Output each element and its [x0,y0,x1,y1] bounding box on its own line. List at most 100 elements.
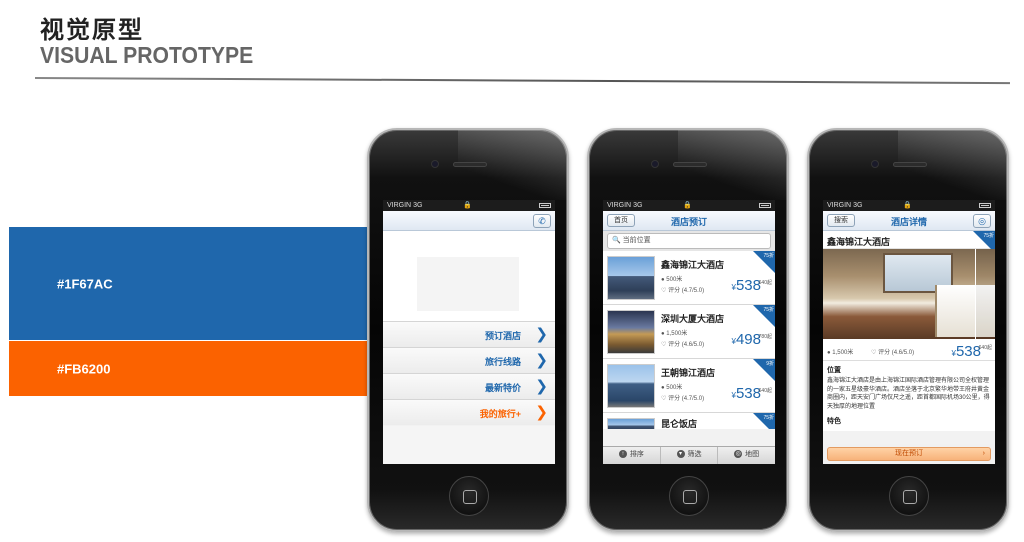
hotel-price: ¥498 [731,331,761,348]
discount-badge-label: 9折 [766,361,774,367]
heart-icon: ♡ [661,288,667,294]
menu-item-latest-deals[interactable]: 最新特价 ❯ [383,373,555,399]
page-title: 视觉原型 [40,16,144,44]
hotel-score: ♡ 评分 (4.7/5.0) [661,396,705,402]
hotel-thumbnail [607,256,655,300]
phone-screen-hotel-list: VIRGIN 3G 🔒 首页 酒店预订 🔍 当前位置 鑫海锦江大酒店 ● 500… [603,200,775,464]
earpiece-speaker [673,162,707,167]
menu-item-book-hotel[interactable]: 预订酒店 ❯ [383,321,555,347]
search-bar: 🔍 当前位置 [603,231,775,251]
book-now-button[interactable]: 现在预订 › [827,447,991,461]
carrier-label: VIRGIN [387,202,412,209]
earpiece-speaker [453,162,487,167]
hotel-price: ¥538 [951,343,981,360]
color-swatch-blue: #1F67AC [9,227,367,340]
map-pin-icon: ● [661,331,665,337]
price-suffix: 640起 [758,280,772,286]
front-camera [651,160,659,168]
bottom-toolbar: ↑ 排序 ▾ 筛选 ◎ 地图 [603,446,775,464]
chevron-right-icon: ❯ [535,404,548,421]
home-button[interactable] [669,476,709,516]
phone-screen-hotel-detail: VIRGIN 3G 🔒 搜索 酒店详情 ◎ 鑫海锦江大酒店 75折 ● 1,50… [823,200,995,464]
carrier-label: VIRGIN [607,202,632,209]
battery-icon [759,203,771,208]
map-pin-icon: ● [661,385,665,391]
network-label: 3G [633,202,643,209]
menu-item-my-trips[interactable]: 我的旅行+ ❯ [383,399,555,425]
hotel-distance: ● 1,500米 [827,350,854,356]
phone-screen-home: VIRGIN 3G 🔒 ✆ 预订酒店 ❯ 旅行线路 ❯ 最新特价 ❯ 我的旅行+… [383,200,555,464]
price-suffix: 780起 [758,334,772,340]
hotel-thumbnail [607,418,655,429]
hotel-info-row: ● 1,500米 ♡ 评分 (4.6/5.0) ¥538 640起 [823,339,995,361]
globe-icon: ◎ [734,450,743,459]
search-input[interactable]: 🔍 当前位置 [607,233,771,249]
status-bar: VIRGIN 3G 🔒 [823,200,995,211]
phone-icon[interactable]: ✆ [533,214,551,228]
menu-item-label: 旅行线路 [484,357,521,367]
chevron-right-icon: ❯ [535,352,548,369]
battery-icon [979,203,991,208]
globe-icon[interactable]: ◎ [973,214,991,228]
phone-mockup-home: VIRGIN 3G 🔒 ✆ 预订酒店 ❯ 旅行线路 ❯ 最新特价 ❯ 我的旅行+… [367,128,569,532]
home-button[interactable] [449,476,489,516]
menu-item-label: 最新特价 [484,383,521,393]
hotel-list-item[interactable]: 深圳大厦大酒店 ● 1,500米 ♡ 评分 (4.6/5.0) ¥498 780… [603,305,775,359]
phone-mockup-hotel-detail: VIRGIN 3G 🔒 搜索 酒店详情 ◎ 鑫海锦江大酒店 75折 ● 1,50… [807,128,1009,532]
discount-badge-label: 75折 [983,233,994,239]
navbar: 首页 酒店预订 [603,211,775,231]
search-icon: 🔍 [612,237,621,244]
hotel-name: 鑫海锦江大酒店 [827,237,891,247]
menu-item-label: 预订酒店 [484,331,521,341]
hotel-distance: ● 500米 [661,385,683,391]
main-menu: 预订酒店 ❯ 旅行线路 ❯ 最新特价 ❯ 我的旅行+ ❯ [383,321,555,425]
discount-badge-label: 75折 [763,253,774,259]
hotel-list-item[interactable]: 王朝锦江酒店 ● 500米 ♡ 评分 (4.7/5.0) ¥538 640起 9… [603,359,775,413]
search-placeholder: 当前位置 [622,237,651,244]
booking-bar: 现在预订 › [823,444,995,464]
screen-title: 酒店预订 [670,217,707,227]
hotel-distance: ● 500米 [661,277,683,283]
location-heading: 位置 [827,367,841,374]
chevron-right-icon: › [982,450,985,457]
heart-icon: ♡ [661,342,667,348]
book-now-label: 现在预订 [895,450,923,457]
status-bar: VIRGIN 3G 🔒 [603,200,775,211]
lock-icon: 🔒 [903,202,912,209]
location-text: 鑫海锦江大酒店是由上海锦江国际酒店管理有限公司全权管理的一家五星级豪华酒店。酒店… [827,378,990,410]
navbar: ✆ [383,211,555,231]
hotel-room-photo[interactable] [823,249,995,339]
hotel-name: 鑫海锦江大酒店 [661,260,725,270]
lock-icon: 🔒 [463,202,472,209]
map-pin-icon: ● [661,277,665,283]
hotel-list-item[interactable]: 鑫海锦江大酒店 ● 500米 ♡ 评分 (4.7/5.0) ¥538 640起 … [603,251,775,305]
swatch-label-orange: #FB6200 [57,361,111,376]
menu-item-travel-routes[interactable]: 旅行线路 ❯ [383,347,555,373]
phone-mockup-hotel-list: VIRGIN 3G 🔒 首页 酒店预订 🔍 当前位置 鑫海锦江大酒店 ● 500… [587,128,789,532]
hotel-detail-header: 鑫海锦江大酒店 75折 [823,231,995,253]
header-divider [34,77,1010,85]
tab-sort[interactable]: ↑ 排序 [603,447,661,464]
banner-area [383,231,555,321]
discount-badge-label: 75折 [763,307,774,313]
heart-icon: ♡ [661,396,667,402]
hotel-price: ¥538 [731,385,761,402]
footer-area [383,426,555,464]
earpiece-speaker [893,162,927,167]
hotel-thumbnail [607,364,655,408]
hotel-score: ♡ 评分 (4.6/5.0) [661,342,705,348]
front-camera [431,160,439,168]
hotel-list-item[interactable]: 昆仑饭店 75折 [603,413,775,429]
swatch-label-blue: #1F67AC [57,276,113,291]
screen-title: 酒店详情 [890,217,927,227]
filter-icon: ▾ [676,450,685,459]
tab-map[interactable]: ◎ 地图 [718,447,775,464]
discount-badge-label: 75折 [763,415,774,421]
banner-placeholder [417,257,519,311]
tab-filter[interactable]: ▾ 筛选 [661,447,719,464]
hotel-score: ♡ 评分 (4.7/5.0) [661,288,705,294]
carrier-label: VIRGIN [827,202,852,209]
hotel-distance: ● 1,500米 [661,331,688,337]
chevron-right-icon: ❯ [535,326,548,343]
home-button[interactable] [889,476,929,516]
